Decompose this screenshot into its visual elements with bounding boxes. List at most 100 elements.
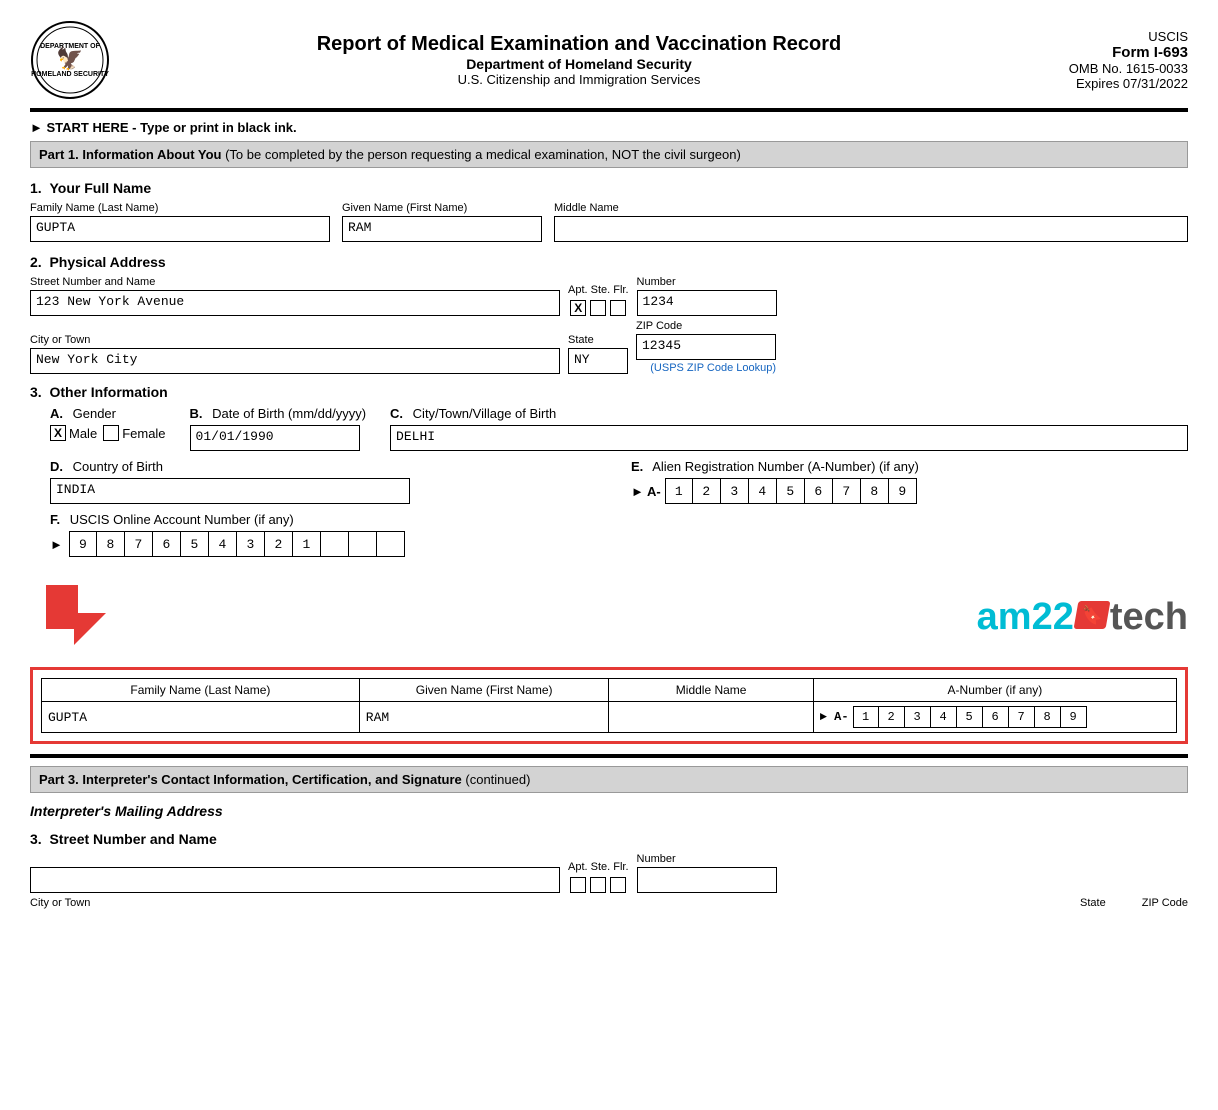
form-number: Form I-693: [1028, 44, 1188, 61]
alien-title: Alien Registration Number (A-Number) (if…: [652, 459, 919, 474]
part3-flr-checkbox[interactable]: [610, 877, 626, 893]
acc-digit-4[interactable]: 6: [153, 531, 181, 557]
footer-repeat-box: Family Name (Last Name) Given Name (Firs…: [30, 667, 1188, 744]
agency-name: U.S. Citizenship and Immigration Service…: [130, 72, 1028, 87]
a-digit-8[interactable]: 8: [861, 478, 889, 504]
family-name-field: Family Name (Last Name) GUPTA: [30, 202, 330, 242]
a-digit-4[interactable]: 4: [749, 478, 777, 504]
apt-number-field: Number 1234: [637, 276, 777, 316]
given-name-label: Given Name (First Name): [342, 202, 542, 214]
female-checkbox[interactable]: [103, 425, 119, 441]
zip-input[interactable]: 12345: [636, 334, 776, 360]
part3-state-label-col: State: [1080, 897, 1106, 911]
footer-a-digit-7[interactable]: 7: [1009, 706, 1035, 728]
footer-a-digit-5[interactable]: 5: [957, 706, 983, 728]
acc-digit-3[interactable]: 7: [125, 531, 153, 557]
male-label: Male: [69, 426, 97, 441]
footer-col4-header: A-Number (if any): [813, 679, 1176, 702]
footer-a-digit-2[interactable]: 2: [879, 706, 905, 728]
state-input[interactable]: NY: [568, 348, 628, 374]
gender-block: A. Gender X Male Female: [50, 406, 166, 441]
a-digit-6[interactable]: 6: [805, 478, 833, 504]
flr-checkbox[interactable]: [610, 300, 626, 316]
fire-icon: 🔖: [1073, 601, 1110, 629]
acc-digit-8[interactable]: 2: [265, 531, 293, 557]
number-label: Number: [637, 276, 777, 288]
acc-extra-1[interactable]: [321, 531, 349, 557]
city-birth-title: City/Town/Village of Birth: [413, 406, 557, 421]
footer-col1-header: Family Name (Last Name): [42, 679, 360, 702]
alien-number-boxes: 1 2 3 4 5 6 7 8 9: [665, 478, 917, 504]
apt-label: Apt. Ste. Flr.: [568, 284, 629, 296]
country-birth-input[interactable]: INDIA: [50, 478, 410, 504]
a-digit-3[interactable]: 3: [721, 478, 749, 504]
acc-extra-3[interactable]: [377, 531, 405, 557]
footer-a-digit-8[interactable]: 8: [1035, 706, 1061, 728]
street-input[interactable]: 123 New York Avenue: [30, 290, 560, 316]
acc-digit-1[interactable]: 9: [69, 531, 97, 557]
a-digit-1[interactable]: 1: [665, 478, 693, 504]
footer-divider: [30, 754, 1188, 758]
male-checkbox[interactable]: X: [50, 425, 66, 441]
acc-digit-9[interactable]: 1: [293, 531, 321, 557]
city-birth-label-c: C.: [390, 406, 403, 421]
city-field: City or Town New York City: [30, 334, 560, 374]
part3-street-row: Apt. Ste. Flr. Number: [30, 853, 1188, 893]
svg-text:HOMELAND SECURITY: HOMELAND SECURITY: [31, 71, 109, 78]
part3-title: Part 3. Interpreter's Contact Informatio…: [39, 772, 462, 787]
acc-digit-6[interactable]: 4: [209, 531, 237, 557]
female-checkbox-item: Female: [103, 425, 165, 441]
a-digit-7[interactable]: 7: [833, 478, 861, 504]
expires: Expires 07/31/2022: [1028, 76, 1188, 91]
acc-digit-7[interactable]: 3: [237, 531, 265, 557]
footer-col3-header: Middle Name: [609, 679, 813, 702]
dob-input[interactable]: 01/01/1990: [190, 425, 360, 451]
apt-number-input[interactable]: 1234: [637, 290, 777, 316]
footer-a-digit-9[interactable]: 9: [1061, 706, 1087, 728]
footer-a-prefix: ► A-: [820, 710, 849, 724]
part3-ste-checkbox[interactable]: [590, 877, 606, 893]
apt-checkbox[interactable]: X: [570, 300, 586, 316]
header-divider: [30, 108, 1188, 112]
acc-digit-5[interactable]: 5: [181, 531, 209, 557]
a-digit-5[interactable]: 5: [777, 478, 805, 504]
footer-a-digit-3[interactable]: 3: [905, 706, 931, 728]
given-name-input[interactable]: RAM: [342, 216, 542, 242]
svg-text:🦅: 🦅: [56, 45, 83, 71]
footer-family-value: GUPTA: [42, 702, 360, 733]
online-label-f: F.: [50, 512, 60, 527]
footer-a-number-boxes: 1 2 3 4 5 6 7 8 9: [853, 706, 1087, 728]
city-input[interactable]: New York City: [30, 348, 560, 374]
mailing-address-label: Interpreter's Mailing Address: [30, 803, 1188, 819]
middle-name-label: Middle Name: [554, 202, 1188, 214]
footer-a-digit-4[interactable]: 4: [931, 706, 957, 728]
part3-number-input[interactable]: [637, 867, 777, 893]
footer-a-digit-6[interactable]: 6: [983, 706, 1009, 728]
part1-title: Part 1. Information About You: [39, 147, 221, 162]
city-birth-input[interactable]: DELHI: [390, 425, 1188, 451]
family-name-input[interactable]: GUPTA: [30, 216, 330, 242]
given-name-field: Given Name (First Name) RAM: [342, 202, 542, 242]
footer-a-digit-1[interactable]: 1: [853, 706, 879, 728]
state-label: State: [568, 334, 628, 346]
part3-suffix: (continued): [462, 772, 531, 787]
usps-link[interactable]: (USPS ZIP Code Lookup): [636, 362, 776, 374]
acc-extra-2[interactable]: [349, 531, 377, 557]
ste-checkbox[interactable]: [590, 300, 606, 316]
middle-name-input[interactable]: [554, 216, 1188, 242]
a-digit-9[interactable]: 9: [889, 478, 917, 504]
dept-name: Department of Homeland Security: [130, 56, 1028, 72]
gender-title: Gender: [73, 406, 116, 421]
part3-header: Part 3. Interpreter's Contact Informatio…: [30, 766, 1188, 793]
form-header: DEPARTMENT OF HOMELAND SECURITY 🦅 Report…: [30, 20, 1188, 100]
dob-title: Date of Birth (mm/dd/yyyy): [212, 406, 366, 421]
acc-digit-2[interactable]: 8: [97, 531, 125, 557]
part3-apt-checkbox[interactable]: [570, 877, 586, 893]
dob-block: B. Date of Birth (mm/dd/yyyy) 01/01/1990: [190, 406, 367, 451]
male-checkbox-item: X Male: [50, 425, 97, 441]
part3-zip-label: ZIP Code: [1142, 897, 1188, 909]
city-row: City or Town New York City State NY ZIP …: [30, 320, 1188, 374]
country-birth-title: Country of Birth: [73, 459, 163, 474]
part3-street-input[interactable]: [30, 867, 560, 893]
a-digit-2[interactable]: 2: [693, 478, 721, 504]
